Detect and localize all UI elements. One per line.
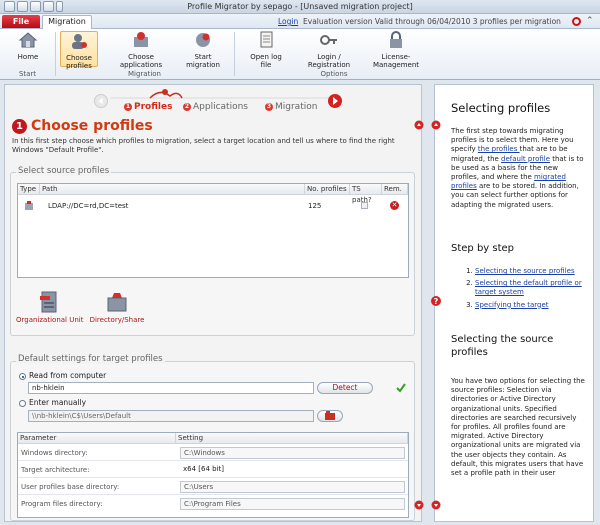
help-splitter[interactable]: ? bbox=[431, 116, 441, 514]
column-header[interactable]: No. profiles bbox=[305, 184, 350, 195]
section-title: Selecting the source profiles bbox=[451, 334, 554, 358]
login-registration-button[interactable]: Login / Registration bbox=[302, 31, 356, 69]
main-scrollbar[interactable] bbox=[414, 116, 424, 514]
help-pane: Selecting profiles The first step toward… bbox=[434, 84, 594, 522]
ts-path-checkbox[interactable] bbox=[361, 202, 368, 209]
source-profiles-title: Select source profiles bbox=[16, 166, 112, 176]
target-settings-table: Parameter Setting Windows directory: C:\… bbox=[17, 432, 409, 518]
profiles-icon bbox=[72, 34, 87, 49]
applications-icon bbox=[134, 32, 148, 47]
help-title: Selecting profiles bbox=[451, 101, 551, 115]
column-header[interactable]: Rem. bbox=[382, 184, 408, 195]
default-profile-link[interactable]: default profile bbox=[501, 155, 550, 163]
wizard-step-profiles[interactable]: 1 Profiles bbox=[124, 102, 172, 112]
open-log-file-button[interactable]: Open log file bbox=[244, 31, 288, 69]
column-header: Setting bbox=[176, 433, 408, 444]
profile-path: LDAP://DC=rd,DC=test bbox=[48, 202, 129, 210]
table-row: Program files directory: C:\Program File… bbox=[18, 496, 408, 512]
ribbon-minimize-icon[interactable]: ⌃ bbox=[586, 16, 594, 26]
home-button[interactable]: Home bbox=[8, 31, 48, 61]
license-management-button[interactable]: License- Management bbox=[368, 31, 424, 69]
help-section-text: You have two options for selecting the s… bbox=[451, 377, 585, 478]
page-title: 1 Choose profiles bbox=[12, 118, 153, 134]
computer-name-input[interactable]: nb-hklein bbox=[28, 382, 314, 394]
table-row: Target architecture: x64 [64 bit] bbox=[18, 462, 408, 478]
target-architecture-value: x64 [64 bit] bbox=[183, 465, 225, 473]
next-step-button[interactable] bbox=[328, 94, 342, 108]
help-step-link[interactable]: Selecting the source profiles bbox=[475, 267, 575, 275]
ribbon-group-migration: Migration bbox=[127, 70, 161, 78]
log-file-icon bbox=[260, 31, 273, 48]
remove-icon[interactable]: ✕ bbox=[390, 201, 399, 210]
page-intro: In this first step choose which profiles… bbox=[12, 137, 395, 154]
help-icon[interactable] bbox=[572, 17, 581, 26]
ribbon-group-start: Start bbox=[18, 70, 37, 78]
key-icon bbox=[320, 35, 337, 45]
folder-icon bbox=[325, 411, 335, 420]
choose-profiles-button[interactable]: Choose profiles bbox=[60, 31, 98, 70]
directory-type-icon bbox=[25, 201, 33, 210]
choose-applications-button[interactable]: Choose applications bbox=[116, 31, 166, 69]
arrow-left-icon bbox=[98, 97, 103, 105]
column-header[interactable]: TS path? bbox=[350, 184, 382, 204]
wizard-step-migration[interactable]: 3 Migration bbox=[265, 102, 317, 112]
read-from-computer-radio[interactable] bbox=[19, 373, 26, 380]
svg-text:?: ? bbox=[434, 297, 439, 306]
tab-file[interactable]: File bbox=[2, 15, 40, 28]
help-intro: The first step towards migrating profile… bbox=[451, 127, 584, 209]
source-profiles-table: Type Path No. profiles TS path? Rem. LDA… bbox=[17, 183, 409, 278]
windows-directory-field[interactable]: C:\Windows bbox=[180, 447, 405, 459]
help-step-link[interactable]: Selecting the default profile or target … bbox=[475, 279, 582, 296]
table-row: User profiles base directory: C:\Users bbox=[18, 479, 408, 495]
read-from-computer-label: Read from computer bbox=[29, 371, 107, 380]
window-title: Profile Migrator by sepago - [Unsaved mi… bbox=[187, 2, 413, 11]
wizard-progress-line bbox=[110, 89, 335, 99]
profile-count: 125 bbox=[308, 202, 322, 210]
previous-step-button[interactable] bbox=[94, 94, 108, 108]
license-info: Login Evaluation version Valid through 0… bbox=[278, 17, 561, 26]
lock-icon bbox=[390, 31, 402, 48]
arrow-right-icon bbox=[333, 97, 338, 105]
server-icon bbox=[40, 291, 57, 313]
program-files-directory-field[interactable]: C:\Program Files bbox=[180, 498, 405, 510]
home-icon bbox=[18, 32, 38, 48]
profiles-base-directory-field[interactable]: C:\Users bbox=[180, 481, 405, 493]
table-row: Windows directory: C:\Windows bbox=[18, 445, 408, 461]
add-directory-share-button[interactable]: Directory/Share bbox=[86, 290, 148, 324]
wizard-step-applications[interactable]: 2 Applications bbox=[183, 102, 248, 112]
license-status: Evaluation version Valid through 06/04/2… bbox=[303, 17, 561, 26]
enter-manually-radio[interactable] bbox=[19, 400, 26, 407]
the-profiles-link[interactable]: the profiles bbox=[478, 145, 520, 153]
help-step-link[interactable]: Specifying the target bbox=[475, 301, 549, 309]
check-icon bbox=[396, 383, 406, 393]
enter-manually-label: Enter manually bbox=[29, 398, 87, 407]
tab-migration[interactable]: Migration bbox=[42, 15, 92, 29]
ribbon-group-options: Options bbox=[320, 70, 348, 78]
help-steps-list: Selecting the source profiles Selecting … bbox=[463, 267, 589, 310]
target-settings-title: Default settings for target profiles bbox=[16, 354, 165, 364]
detect-button[interactable]: Detect bbox=[317, 382, 373, 394]
directory-share-icon bbox=[107, 293, 127, 312]
column-header: Parameter bbox=[18, 433, 176, 444]
manual-path-input[interactable]: \\nb-hklein\C$\Users\Default bbox=[28, 410, 314, 422]
browse-folder-button[interactable] bbox=[317, 410, 343, 422]
login-link[interactable]: Login bbox=[278, 17, 298, 26]
column-header[interactable]: Type bbox=[18, 184, 40, 195]
column-header[interactable]: Path bbox=[40, 184, 305, 195]
start-migration-icon bbox=[196, 33, 210, 47]
start-migration-button[interactable]: Start migration bbox=[180, 31, 226, 69]
step-by-step-title: Step by step bbox=[451, 243, 515, 254]
add-organizational-unit-button[interactable]: Organizational Unit bbox=[16, 290, 83, 324]
